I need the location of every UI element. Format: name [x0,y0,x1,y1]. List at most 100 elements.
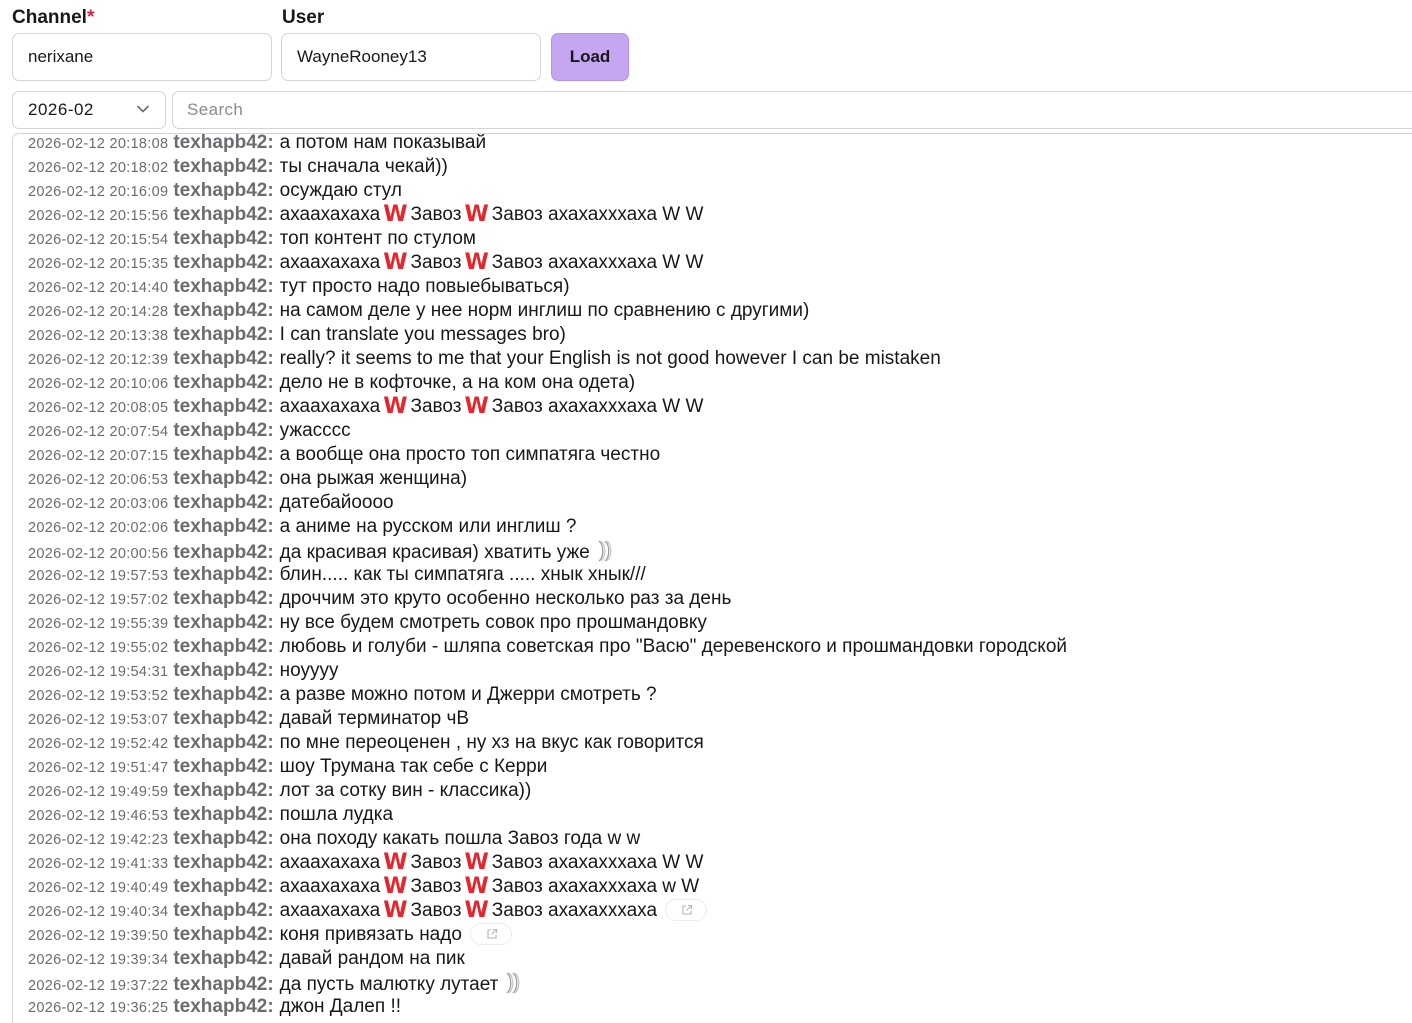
message-text: она походу какать пошла Завоз года w w [280,828,641,849]
message-timestamp: 2026-02-12 20:08:05 [28,400,169,416]
message-username[interactable]: texhapb42: [173,468,273,489]
message-username[interactable]: texhapb42: [173,324,273,345]
message-row: 2026-02-12 20:10:06 texhapb42: дело не в к… [28,371,1067,395]
message-text: датебайоооо [280,492,394,513]
message-username[interactable]: texhapb42: [173,300,273,321]
message-text-part: Завоз ахахахххаха [491,900,658,921]
message-text: любовь и голуби - шляпа советская про "В… [280,636,1067,657]
message-timestamp: 2026-02-12 20:00:56 [28,546,169,562]
user-input[interactable] [281,33,541,81]
w-emote-icon: W [464,850,489,875]
message-username[interactable]: texhapb42: [173,804,273,825]
message-text-part: I can translate you messages bro) [279,324,566,345]
message-username[interactable]: texhapb42: [173,156,273,177]
message-row: 2026-02-12 20:14:40 texhapb42: тут просто … [28,275,1067,299]
message-username[interactable]: texhapb42: [173,228,273,249]
message-username[interactable]: texhapb42: [173,180,273,201]
message-username[interactable]: texhapb42: [173,828,273,849]
message-username[interactable]: texhapb42: [173,974,273,995]
message-text-part: любовь и голуби - шляпа советская про "В… [279,636,1068,657]
message-username[interactable]: texhapb42: [173,732,273,753]
user-label: User [282,7,325,28]
message-timestamp: 2026-02-12 20:15:35 [28,256,169,272]
message-row: 2026-02-12 19:54:31 texhapb42: ноуууу [28,659,1067,683]
message-username[interactable]: texhapb42: [173,948,273,969]
w-emote-icon: W [464,898,489,923]
load-button[interactable]: Load [551,33,629,81]
message-text-part: Завоз ахахахххаха W W [491,852,704,873]
message-timestamp: 2026-02-12 19:49:59 [28,784,169,800]
w-emote-icon: W [383,250,408,275]
message-text: тут просто надо повыебываться) [280,276,570,297]
message-text: ну все будем смотреть совок про прошманд… [280,612,707,633]
message-username[interactable]: texhapb42: [173,372,273,393]
message-row: 2026-02-12 20:06:53 texhapb42: она рыжая ж… [28,467,1067,491]
message-text-part: ноуууу [279,660,339,681]
month-select-value: 2026-02 [28,100,94,119]
message-text-part: Завоз [410,900,462,921]
message-username[interactable]: texhapb42: [173,756,273,777]
message-username[interactable]: texhapb42: [173,996,273,1017]
message-username[interactable]: texhapb42: [173,396,273,417]
message-username[interactable]: texhapb42: [173,924,273,945]
message-timestamp: 2026-02-12 20:07:15 [28,448,169,464]
external-link-icon[interactable] [469,923,512,945]
message-timestamp: 2026-02-12 19:51:47 [28,760,169,776]
message-username[interactable]: texhapb42: [173,252,273,273]
message-username[interactable]: texhapb42: [173,348,273,369]
message-username[interactable]: texhapb42: [173,134,273,153]
message-username[interactable]: texhapb42: [173,444,273,465]
message-text-part: блин..... как ты симпатяга ..... хнык хн… [279,564,646,585]
message-text-part: топ контент по стулом [279,228,476,249]
message-username[interactable]: texhapb42: [173,542,273,563]
message-username[interactable]: texhapb42: [173,516,273,537]
message-username[interactable]: texhapb42: [173,564,273,585]
channel-label: Channel* [12,7,95,28]
message-username[interactable]: texhapb42: [173,588,273,609]
message-timestamp: 2026-02-12 20:13:38 [28,328,169,344]
message-text: ахаахахаха W Завоз W Завоз ахахахххаха W W [280,850,704,875]
message-row: 2026-02-12 19:36:25 texhapb42: джон Далеп … [28,995,1067,1019]
message-text-part: давай рандом на пик [279,948,465,969]
message-text-part: ахаахахаха [279,900,381,921]
message-username[interactable]: texhapb42: [173,636,273,657]
message-timestamp: 2026-02-12 19:57:53 [28,568,169,584]
message-username[interactable]: texhapb42: [173,780,273,801]
month-select[interactable]: 2026-02 [12,91,166,129]
w-emote-icon: W [464,874,489,899]
message-row: 2026-02-12 19:53:52 texhapb42: а разве мож… [28,683,1067,707]
external-link-icon[interactable] [665,899,708,921]
message-text-part: датебайоооо [279,492,394,513]
message-text: ноуууу [280,660,339,681]
message-username[interactable]: texhapb42: [173,852,273,873]
message-username[interactable]: texhapb42: [173,204,273,225]
message-username[interactable]: texhapb42: [173,492,273,513]
channel-input[interactable] [12,33,272,81]
chevron-down-icon [137,105,149,113]
message-username[interactable]: texhapb42: [173,708,273,729]
search-input[interactable] [172,91,1412,129]
message-username[interactable]: texhapb42: [173,660,273,681]
message-text: лот за сотку вин - классика)) [280,780,532,801]
message-log[interactable]: 2026-02-12 20:18:08 texhapb42: а потом нам… [12,133,1412,1023]
message-timestamp: 2026-02-12 20:18:02 [28,160,169,176]
message-text-part: Завоз [410,252,462,273]
message-text-part: давай терминатор чВ [279,708,470,729]
message-text: давай терминатор чВ [280,708,469,729]
message-text-part: дело не в кофточке, а на ком она одета) [279,372,636,393]
message-username[interactable]: texhapb42: [173,876,273,897]
message-username[interactable]: texhapb42: [173,900,273,921]
message-username[interactable]: texhapb42: [173,276,273,297]
message-row: 2026-02-12 20:02:06 texhapb42: а аниме на … [28,515,1067,539]
message-username[interactable]: texhapb42: [173,420,273,441]
message-username[interactable]: texhapb42: [173,612,273,633]
message-text: а аниме на русском или инглиш ? [280,516,577,537]
message-timestamp: 2026-02-12 20:15:56 [28,208,169,224]
message-text-part: да красивая красивая) хватить уже [279,542,590,563]
message-timestamp: 2026-02-12 19:54:31 [28,664,169,680]
message-timestamp: 2026-02-12 19:40:49 [28,880,169,896]
message-text-part: коня привязать надо [279,924,462,945]
message-text-part: Завоз [410,852,462,873]
message-username[interactable]: texhapb42: [173,684,273,705]
message-row: 2026-02-12 19:46:53 texhapb42: пошла лудка [28,803,1067,827]
